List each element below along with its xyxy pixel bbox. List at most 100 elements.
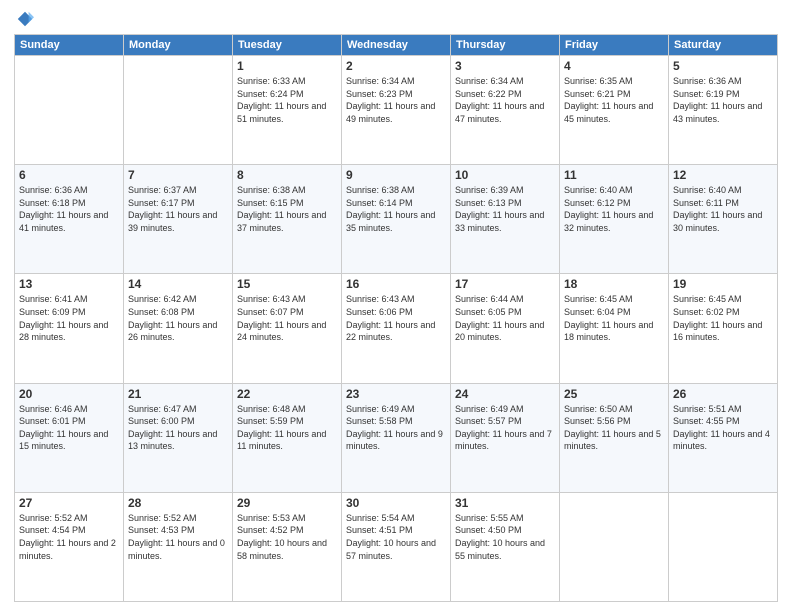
calendar-cell: 2 Sunrise: 6:34 AM Sunset: 6:23 PM Daylig… [342, 56, 451, 165]
calendar-cell: 6Sunrise: 6:36 AM Sunset: 6:18 PM Daylig… [15, 165, 124, 274]
header [14, 10, 778, 28]
calendar-cell: 28 Sunrise: 5:52 AM Sunset: 4:53 PM Dayli… [124, 492, 233, 601]
day-info: Sunrise: 5:53 AM Sunset: 4:52 PM Dayligh… [237, 512, 337, 562]
day-number: 3 [455, 59, 555, 73]
calendar-cell: 18 Sunrise: 6:45 AM Sunset: 6:04 PM Dayli… [560, 274, 669, 383]
day-number: 14 [128, 277, 228, 291]
day-number: 9 [346, 168, 446, 182]
day-number: 25 [564, 387, 664, 401]
day-info: Sunrise: 6:41 AM Sunset: 6:09 PM Dayligh… [19, 293, 119, 343]
calendar-cell: 7 Sunrise: 6:37 AM Sunset: 6:17 PM Daylig… [124, 165, 233, 274]
day-info: Sunrise: 6:50 AM Sunset: 5:56 PM Dayligh… [564, 403, 664, 453]
day-info: Sunrise: 5:52 AM Sunset: 4:53 PM Dayligh… [128, 512, 228, 562]
day-number: 2 [346, 59, 446, 73]
day-info: Sunrise: 6:40 AM Sunset: 6:12 PM Dayligh… [564, 184, 664, 234]
day-number: 12 [673, 168, 773, 182]
day-number: 16 [346, 277, 446, 291]
day-number: 27 [19, 496, 119, 510]
day-info: Sunrise: 6:44 AM Sunset: 6:05 PM Dayligh… [455, 293, 555, 343]
calendar-cell: 3 Sunrise: 6:34 AM Sunset: 6:22 PM Daylig… [451, 56, 560, 165]
day-info: Sunrise: 6:49 AM Sunset: 5:58 PM Dayligh… [346, 403, 446, 453]
day-info: Sunrise: 6:33 AM Sunset: 6:24 PM Dayligh… [237, 75, 337, 125]
day-of-week-header: Thursday [451, 35, 560, 56]
calendar-cell: 24 Sunrise: 6:49 AM Sunset: 5:57 PM Dayli… [451, 383, 560, 492]
day-info: Sunrise: 6:43 AM Sunset: 6:07 PM Dayligh… [237, 293, 337, 343]
day-number: 1 [237, 59, 337, 73]
day-number: 31 [455, 496, 555, 510]
day-number: 17 [455, 277, 555, 291]
day-info: Sunrise: 6:40 AM Sunset: 6:11 PM Dayligh… [673, 184, 773, 234]
calendar-header-row: SundayMondayTuesdayWednesdayThursdayFrid… [15, 35, 778, 56]
day-info: Sunrise: 6:38 AM Sunset: 6:14 PM Dayligh… [346, 184, 446, 234]
calendar-cell: 14 Sunrise: 6:42 AM Sunset: 6:08 PM Dayli… [124, 274, 233, 383]
day-number: 15 [237, 277, 337, 291]
calendar-cell: 20 Sunrise: 6:46 AM Sunset: 6:01 PM Dayli… [15, 383, 124, 492]
calendar-cell: 26 Sunrise: 5:51 AM Sunset: 4:55 PM Dayli… [669, 383, 778, 492]
calendar-cell: 16 Sunrise: 6:43 AM Sunset: 6:06 PM Dayli… [342, 274, 451, 383]
day-number: 23 [346, 387, 446, 401]
day-info: Sunrise: 6:36 AM Sunset: 6:19 PM Dayligh… [673, 75, 773, 125]
day-info: Sunrise: 6:45 AM Sunset: 6:02 PM Dayligh… [673, 293, 773, 343]
calendar-cell: 1 Sunrise: 6:33 AM Sunset: 6:24 PM Daylig… [233, 56, 342, 165]
day-number: 21 [128, 387, 228, 401]
day-of-week-header: Monday [124, 35, 233, 56]
day-number: 8 [237, 168, 337, 182]
day-number: 7 [128, 168, 228, 182]
day-info: Sunrise: 6:46 AM Sunset: 6:01 PM Dayligh… [19, 403, 119, 453]
day-number: 5 [673, 59, 773, 73]
calendar-cell: 12 Sunrise: 6:40 AM Sunset: 6:11 PM Dayli… [669, 165, 778, 274]
day-number: 22 [237, 387, 337, 401]
day-info: Sunrise: 6:38 AM Sunset: 6:15 PM Dayligh… [237, 184, 337, 234]
day-info: Sunrise: 6:36 AM Sunset: 6:18 PM Dayligh… [19, 184, 119, 234]
calendar-cell [560, 492, 669, 601]
calendar-cell: 29Sunrise: 5:53 AM Sunset: 4:52 PM Dayli… [233, 492, 342, 601]
day-info: Sunrise: 5:55 AM Sunset: 4:50 PM Dayligh… [455, 512, 555, 562]
day-number: 24 [455, 387, 555, 401]
calendar-cell [15, 56, 124, 165]
page: SundayMondayTuesdayWednesdayThursdayFrid… [0, 0, 792, 612]
logo-icon [16, 10, 34, 28]
day-of-week-header: Friday [560, 35, 669, 56]
calendar-cell: 19 Sunrise: 6:45 AM Sunset: 6:02 PM Dayli… [669, 274, 778, 383]
day-info: Sunrise: 6:39 AM Sunset: 6:13 PM Dayligh… [455, 184, 555, 234]
day-info: Sunrise: 5:51 AM Sunset: 4:55 PM Dayligh… [673, 403, 773, 453]
day-info: Sunrise: 6:45 AM Sunset: 6:04 PM Dayligh… [564, 293, 664, 343]
day-number: 4 [564, 59, 664, 73]
calendar-cell: 17 Sunrise: 6:44 AM Sunset: 6:05 PM Dayli… [451, 274, 560, 383]
calendar-cell [124, 56, 233, 165]
calendar-cell: 9 Sunrise: 6:38 AM Sunset: 6:14 PM Daylig… [342, 165, 451, 274]
day-info: Sunrise: 6:47 AM Sunset: 6:00 PM Dayligh… [128, 403, 228, 453]
calendar-cell: 5 Sunrise: 6:36 AM Sunset: 6:19 PM Daylig… [669, 56, 778, 165]
day-number: 11 [564, 168, 664, 182]
day-number: 19 [673, 277, 773, 291]
calendar-cell: 10Sunrise: 6:39 AM Sunset: 6:13 PM Dayli… [451, 165, 560, 274]
calendar-week-row: 6Sunrise: 6:36 AM Sunset: 6:18 PM Daylig… [15, 165, 778, 274]
day-number: 26 [673, 387, 773, 401]
day-of-week-header: Sunday [15, 35, 124, 56]
day-number: 20 [19, 387, 119, 401]
calendar-week-row: 13Sunrise: 6:41 AM Sunset: 6:09 PM Dayli… [15, 274, 778, 383]
calendar-week-row: 27Sunrise: 5:52 AM Sunset: 4:54 PM Dayli… [15, 492, 778, 601]
day-info: Sunrise: 6:43 AM Sunset: 6:06 PM Dayligh… [346, 293, 446, 343]
day-info: Sunrise: 6:48 AM Sunset: 5:59 PM Dayligh… [237, 403, 337, 453]
day-info: Sunrise: 6:34 AM Sunset: 6:22 PM Dayligh… [455, 75, 555, 125]
calendar-cell: 23 Sunrise: 6:49 AM Sunset: 5:58 PM Dayli… [342, 383, 451, 492]
day-info: Sunrise: 6:37 AM Sunset: 6:17 PM Dayligh… [128, 184, 228, 234]
day-of-week-header: Tuesday [233, 35, 342, 56]
calendar-cell: 27Sunrise: 5:52 AM Sunset: 4:54 PM Dayli… [15, 492, 124, 601]
day-info: Sunrise: 6:49 AM Sunset: 5:57 PM Dayligh… [455, 403, 555, 453]
calendar-cell: 13Sunrise: 6:41 AM Sunset: 6:09 PM Dayli… [15, 274, 124, 383]
day-info: Sunrise: 6:42 AM Sunset: 6:08 PM Dayligh… [128, 293, 228, 343]
calendar-cell: 11 Sunrise: 6:40 AM Sunset: 6:12 PM Dayli… [560, 165, 669, 274]
calendar-week-row: 1 Sunrise: 6:33 AM Sunset: 6:24 PM Daylig… [15, 56, 778, 165]
calendar-cell: 22 Sunrise: 6:48 AM Sunset: 5:59 PM Dayli… [233, 383, 342, 492]
day-number: 28 [128, 496, 228, 510]
day-info: Sunrise: 6:34 AM Sunset: 6:23 PM Dayligh… [346, 75, 446, 125]
day-number: 30 [346, 496, 446, 510]
calendar-cell: 25 Sunrise: 6:50 AM Sunset: 5:56 PM Dayli… [560, 383, 669, 492]
calendar-week-row: 20 Sunrise: 6:46 AM Sunset: 6:01 PM Dayli… [15, 383, 778, 492]
day-of-week-header: Saturday [669, 35, 778, 56]
day-number: 18 [564, 277, 664, 291]
day-info: Sunrise: 5:54 AM Sunset: 4:51 PM Dayligh… [346, 512, 446, 562]
logo [14, 10, 34, 28]
